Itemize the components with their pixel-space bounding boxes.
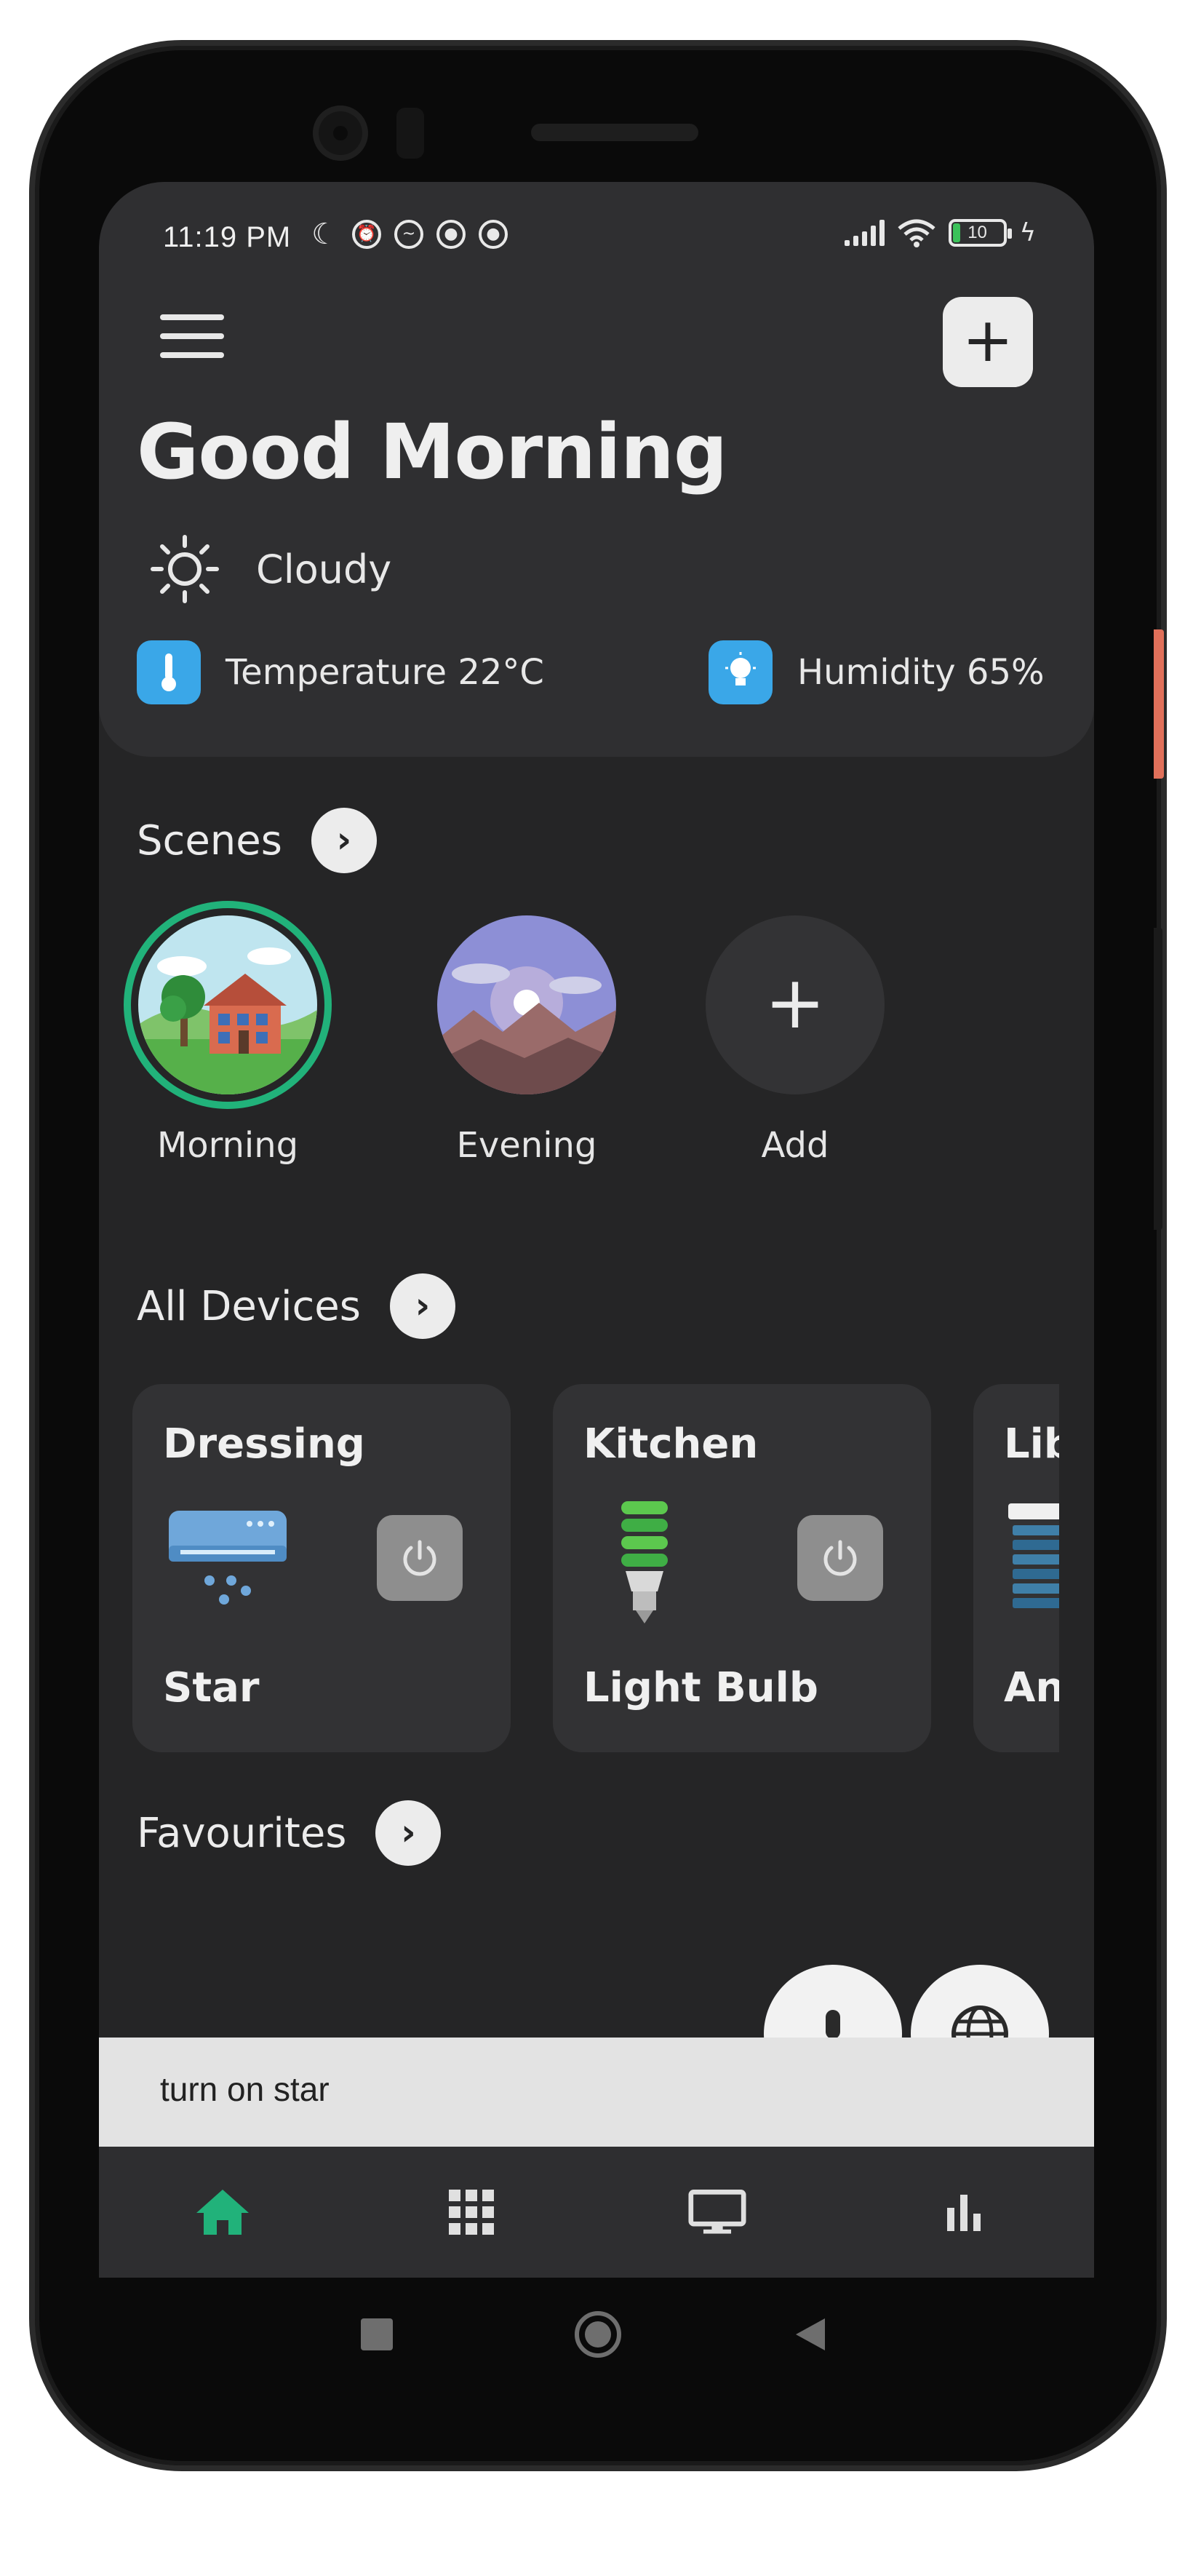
alarm-icon: ⏰ (352, 220, 381, 249)
power-icon (403, 1540, 436, 1576)
device-name: Star (163, 1664, 260, 1712)
device-card[interactable]: Kitchen Light Bulb (553, 1384, 931, 1752)
front-camera (313, 106, 368, 161)
device-card-clip: Library Angle (973, 1384, 1059, 1752)
power-toggle-button[interactable] (377, 1515, 463, 1601)
charging-icon: ϟ (1019, 218, 1036, 247)
messenger-icon: ~ (394, 220, 423, 249)
home-icon (196, 2190, 249, 2235)
scene-add[interactable]: + Add (706, 915, 885, 1166)
header-panel: 11:19 PM ☾ ⏰ ~ ● ● 10 ϟ + Good Morning C… (99, 182, 1094, 757)
scene-morning[interactable]: Morning (138, 915, 317, 1166)
weather-row: Cloudy (148, 533, 391, 605)
temperature-label: Temperature 22°C (226, 652, 544, 693)
temperature-stat: Temperature 22°C (137, 640, 544, 704)
nav-stats[interactable] (935, 2183, 994, 2241)
air-conditioner-icon (169, 1511, 287, 1605)
device-room: Dressing (163, 1420, 365, 1468)
favourites-more-button[interactable]: › (375, 1800, 442, 1866)
humidity-stat: Humidity 65% (709, 640, 1045, 704)
app-notification-icon: ● (436, 220, 466, 249)
voice-transcript-bar: turn on star (99, 2038, 1094, 2147)
proximity-sensor (396, 108, 424, 159)
bottom-navigation (99, 2147, 1094, 2278)
scenes-more-button[interactable]: › (311, 808, 377, 873)
sun-icon (151, 535, 219, 603)
device-room: Kitchen (583, 1420, 759, 1468)
bar-chart-icon (947, 2195, 981, 2231)
devices-title: All Devices (137, 1282, 361, 1330)
system-navigation (0, 2278, 1193, 2387)
nav-screen[interactable] (688, 2183, 746, 2241)
menu-icon[interactable] (160, 314, 224, 361)
app-screen: 11:19 PM ☾ ⏰ ~ ● ● 10 ϟ + Good Morning C… (99, 182, 1094, 2278)
grid-icon (449, 2190, 494, 2235)
nav-home[interactable] (193, 2183, 252, 2241)
app-notification-icon-2: ● (479, 220, 508, 249)
device-name: Angle (1004, 1664, 1059, 1712)
recents-button[interactable] (361, 2318, 393, 2350)
status-time: 11:19 PM (163, 221, 292, 253)
home-button[interactable] (575, 2311, 621, 2358)
nav-apps[interactable] (442, 2183, 500, 2241)
favourites-title: Favourites (137, 1809, 347, 1857)
scene-label: Evening (456, 1125, 597, 1166)
earpiece-speaker (531, 124, 698, 141)
back-button[interactable] (794, 2317, 826, 2352)
devices-header: All Devices › (137, 1273, 455, 1339)
devices-more-button[interactable]: › (389, 1273, 455, 1339)
device-card[interactable]: Dressing Star (132, 1384, 511, 1752)
evening-scene-icon (437, 915, 616, 1094)
greeting-title: Good Morning (137, 408, 727, 496)
humidity-icon (709, 640, 773, 704)
notification-icons: ☾ ⏰ ~ ● ● (310, 220, 508, 249)
monitor-icon (688, 2190, 746, 2234)
add-device-button[interactable]: + (943, 297, 1033, 387)
plus-icon: + (765, 960, 826, 1045)
signal-icon (844, 220, 885, 246)
power-toggle-button[interactable] (797, 1515, 883, 1601)
weather-condition: Cloudy (256, 546, 392, 592)
scene-label: Add (761, 1125, 829, 1166)
volume-button (1154, 629, 1164, 779)
scene-label: Morning (156, 1125, 299, 1166)
scene-evening[interactable]: Evening (437, 915, 616, 1166)
voice-transcript: turn on star (160, 2070, 330, 2108)
scenes-title: Scenes (137, 816, 282, 864)
humidity-label: Humidity 65% (797, 652, 1045, 693)
power-side-button (1154, 928, 1162, 1230)
moon-icon: ☾ (311, 218, 338, 251)
battery-icon: 10 (948, 219, 1012, 247)
scenes-header: Scenes › (137, 808, 377, 873)
device-card[interactable]: Library Angle (973, 1384, 1059, 1752)
wifi-icon (897, 219, 935, 247)
light-bulb-icon (621, 1501, 668, 1623)
add-scene-icon: + (706, 915, 885, 1094)
blinds-icon (1008, 1503, 1059, 1608)
device-name: Light Bulb (583, 1664, 818, 1712)
favourites-header: Favourites › (137, 1800, 442, 1866)
morning-scene-icon (138, 915, 317, 1094)
device-room: Library (1004, 1420, 1059, 1468)
thermometer-icon (137, 640, 201, 704)
power-icon (823, 1540, 857, 1576)
system-status: 10 ϟ (844, 218, 1036, 247)
